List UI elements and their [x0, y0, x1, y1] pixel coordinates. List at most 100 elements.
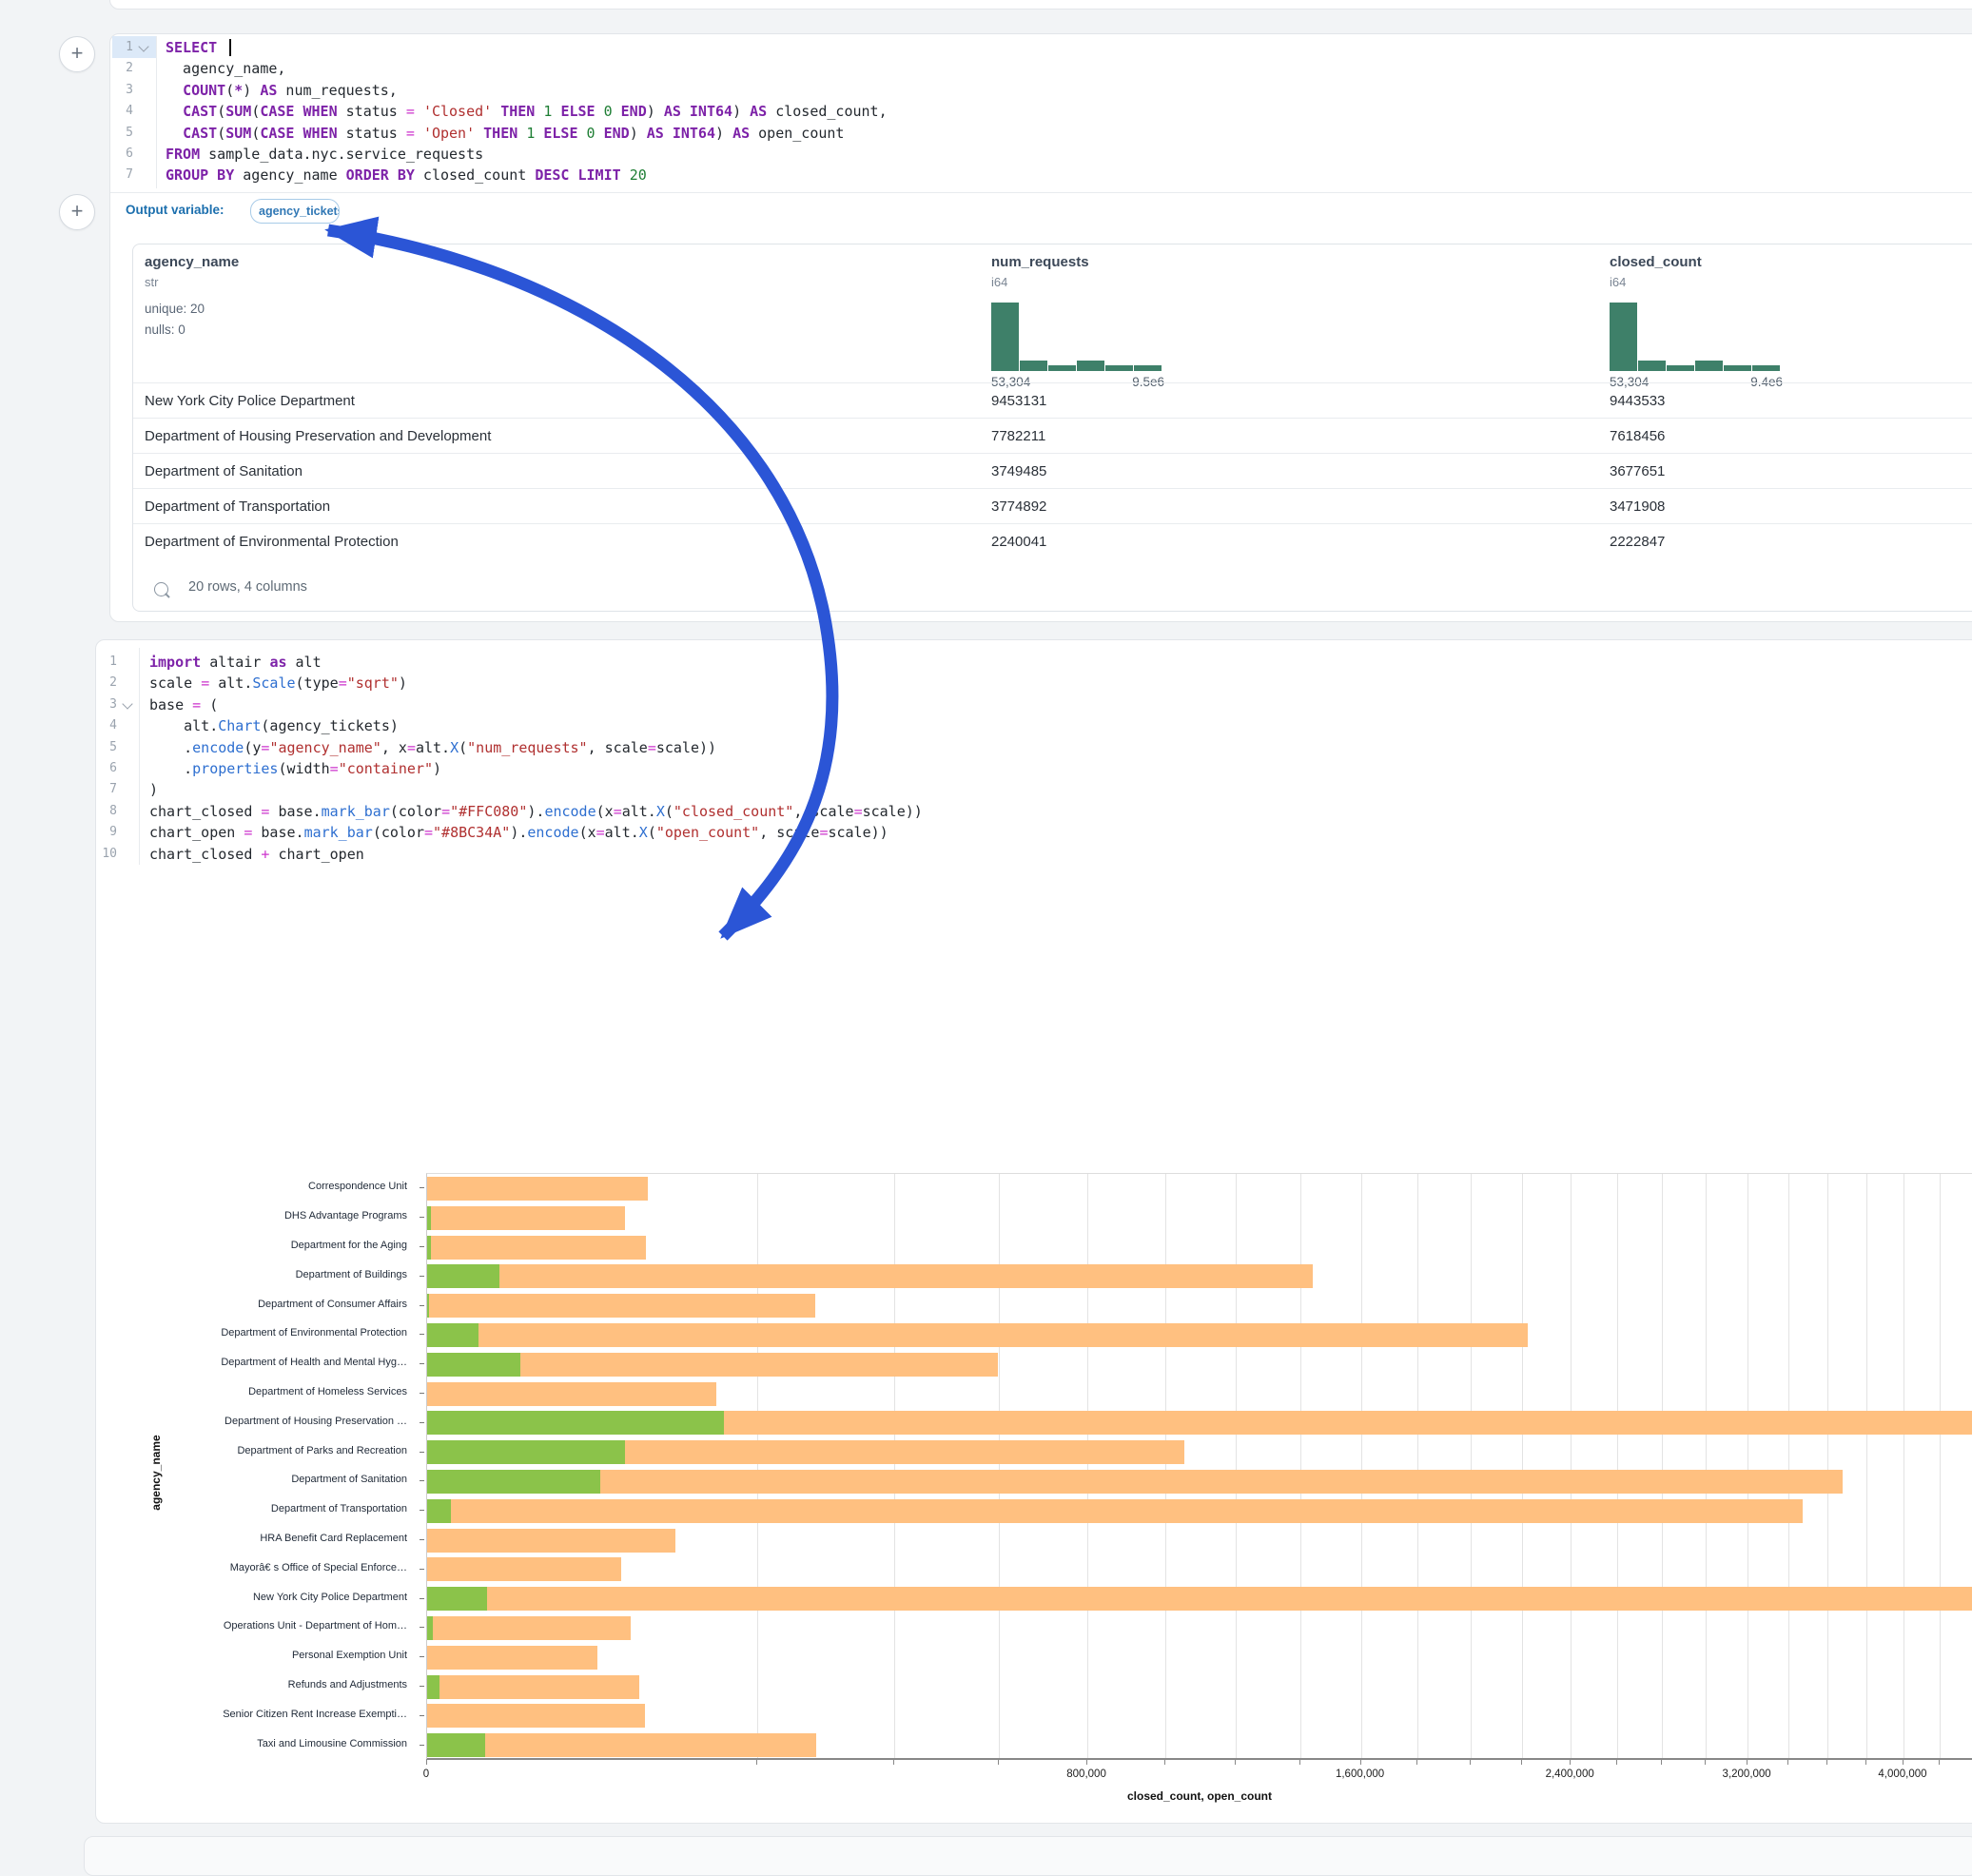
- y-axis-tick: [420, 1656, 424, 1657]
- histogram-bar: [1048, 365, 1076, 371]
- code-line[interactable]: COUNT(*) AS num_requests,: [166, 80, 398, 101]
- python-editor[interactable]: 1 import altair as alt 2 scale = alt.Scale(…: [96, 652, 1972, 866]
- add-cell-button-output[interactable]: +: [59, 194, 95, 230]
- x-axis-minor-tick: [1235, 1759, 1236, 1765]
- code-line[interactable]: CAST(SUM(CASE WHEN status = 'Closed' THE…: [166, 101, 888, 122]
- output-variable-badge[interactable]: agency_tickets: [250, 199, 340, 224]
- y-axis-label: Department of Environmental Protection: [122, 1327, 407, 1339]
- y-axis-tick: [420, 1246, 424, 1247]
- x-axis-minor-tick: [1616, 1759, 1617, 1765]
- bar-open-count: [427, 1294, 429, 1318]
- y-axis-tick: [420, 1363, 424, 1364]
- bar-closed-count: [427, 1557, 621, 1581]
- table-cell: 7618456: [1610, 419, 1665, 454]
- x-axis-minor-tick: [1416, 1759, 1417, 1765]
- gridline: [1361, 1174, 1362, 1760]
- code-line[interactable]: chart_open = base.mark_bar(color="#8BC34…: [149, 822, 888, 843]
- x-axis-tick-label: 2,400,000: [1503, 1769, 1636, 1780]
- x-axis-minor-tick: [1470, 1759, 1471, 1765]
- bar-closed-count: [427, 1675, 639, 1699]
- line-number: 1: [96, 652, 117, 673]
- y-axis-tick: [420, 1422, 424, 1423]
- bar-closed-count: [427, 1323, 1528, 1347]
- x-axis-tick: [1570, 1759, 1571, 1765]
- y-axis-tick: [420, 1510, 424, 1511]
- code-line[interactable]: CAST(SUM(CASE WHEN status = 'Open' THEN …: [166, 123, 844, 144]
- gridline: [1747, 1174, 1748, 1760]
- y-axis-label: Department of Parks and Recreation: [122, 1445, 407, 1456]
- x-axis-minor-tick: [1661, 1759, 1662, 1765]
- table-cell: 2240041: [991, 524, 1046, 559]
- line-number: 4: [96, 715, 117, 736]
- code-line[interactable]: scale = alt.Scale(type="sqrt"): [149, 673, 407, 694]
- code-line[interactable]: ): [149, 779, 158, 800]
- python-cell-card: 1 import altair as alt 2 scale = alt.Scale(…: [95, 639, 1972, 1824]
- gridline: [1571, 1174, 1572, 1760]
- x-axis-minor-tick: [1787, 1759, 1788, 1765]
- bar-closed-count: [427, 1529, 675, 1553]
- bar-open-count: [427, 1236, 431, 1260]
- gridline: [1866, 1174, 1867, 1760]
- table-cell: 3471908: [1610, 489, 1665, 524]
- line-number: 3: [96, 694, 117, 715]
- code-line[interactable]: base = (: [149, 694, 218, 715]
- x-axis-tick: [426, 1759, 427, 1765]
- code-line[interactable]: import altair as alt: [149, 652, 322, 673]
- line-number: 2: [96, 673, 117, 694]
- table-cell: Department of Environmental Protection: [145, 524, 399, 559]
- x-axis-minor-tick: [998, 1759, 999, 1765]
- table-cell: 7782211: [991, 419, 1045, 454]
- notebook-page: { "ui": {"plus": "+"}, "colors": { "acce…: [0, 0, 1972, 1849]
- gridline: [1417, 1174, 1418, 1760]
- fold-chevron-icon[interactable]: [138, 41, 148, 51]
- gridline: [1788, 1174, 1789, 1760]
- histogram-bar: [1020, 361, 1047, 371]
- x-axis-minor-tick: [893, 1759, 894, 1765]
- add-cell-button-top[interactable]: +: [59, 36, 95, 72]
- fold-chevron-icon[interactable]: [122, 698, 132, 709]
- gridline: [1300, 1174, 1301, 1760]
- code-line[interactable]: chart_closed = base.mark_bar(color="#FFC…: [149, 801, 923, 822]
- code-line[interactable]: .encode(y="agency_name", x=alt.X("num_re…: [149, 737, 716, 758]
- code-line[interactable]: agency_name,: [166, 58, 285, 79]
- line-number: 9: [96, 822, 117, 843]
- column-type: i64: [1610, 275, 1626, 289]
- y-axis-tick: [420, 1276, 424, 1277]
- code-line[interactable]: chart_closed + chart_open: [149, 844, 364, 865]
- y-axis-label: Department of Housing Preservation …: [122, 1416, 407, 1427]
- bar-open-count: [427, 1616, 433, 1640]
- y-axis-label: Mayorâ€ s Office of Special Enforce…: [122, 1562, 407, 1573]
- sql-editor[interactable]: 1SELECT 2 agency_name,3 COUNT(*) AS num_…: [110, 37, 1972, 189]
- code-line[interactable]: alt.Chart(agency_tickets): [149, 715, 399, 736]
- y-axis-tick: [420, 1217, 424, 1218]
- y-axis-tick: [420, 1187, 424, 1188]
- bar-closed-count: [427, 1206, 625, 1230]
- bar-closed-count: [427, 1499, 1803, 1523]
- search-icon[interactable]: [154, 582, 168, 596]
- table-cell: 3749485: [991, 454, 1046, 489]
- code-line[interactable]: GROUP BY agency_name ORDER BY closed_cou…: [166, 165, 647, 186]
- bar-closed-count: [427, 1236, 646, 1260]
- dataframe-preview: agency_namestrunique: 20nulls: 0num_requ…: [132, 244, 1972, 612]
- code-line[interactable]: SELECT: [166, 37, 225, 58]
- gridline: [1706, 1174, 1707, 1760]
- x-axis-tick: [1903, 1759, 1904, 1765]
- gridline: [757, 1174, 758, 1760]
- y-axis-tick: [420, 1627, 424, 1628]
- y-axis-label: HRA Benefit Card Replacement: [122, 1533, 407, 1544]
- table-cell: 3774892: [991, 489, 1046, 524]
- code-line[interactable]: FROM sample_data.nyc.service_requests: [166, 144, 483, 165]
- line-number: 2: [110, 58, 133, 79]
- histogram-bar: [1077, 361, 1104, 371]
- line-number: 7: [110, 165, 133, 186]
- y-axis-label: Taxi and Limousine Commission: [122, 1738, 407, 1749]
- y-axis-label: Department of Health and Mental Hyg…: [122, 1357, 407, 1368]
- histogram-bar: [1724, 365, 1751, 371]
- y-axis-label: Department of Sanitation: [122, 1474, 407, 1485]
- y-axis-tick: [420, 1715, 424, 1716]
- bar-closed-count: [427, 1264, 1313, 1288]
- text-caret: [229, 39, 231, 56]
- table-cell: Department of Sanitation: [145, 454, 303, 489]
- code-line[interactable]: .properties(width="container"): [149, 758, 441, 779]
- table-cell: Department of Transportation: [145, 489, 330, 524]
